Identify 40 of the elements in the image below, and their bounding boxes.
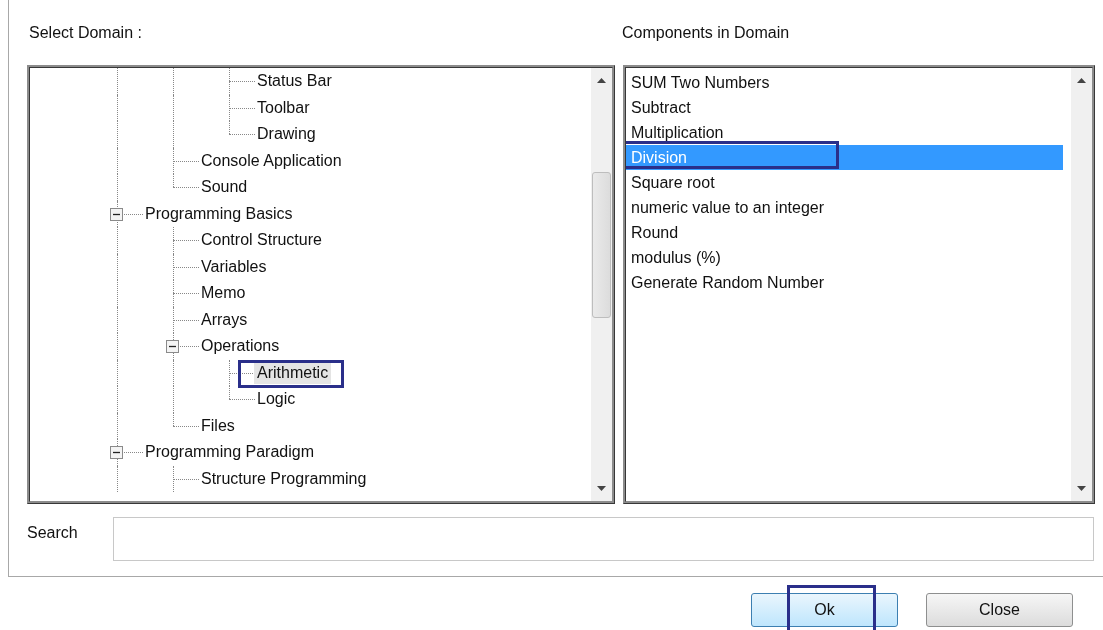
list-item[interactable]: Multiplication: [626, 120, 1063, 145]
tree-item[interactable]: Memo: [198, 282, 249, 305]
list-item[interactable]: Square root: [626, 170, 1063, 195]
tree-item[interactable]: Programming Basics: [142, 202, 296, 225]
tree-item[interactable]: Toolbar: [254, 96, 313, 119]
tree-item[interactable]: Arrays: [198, 308, 251, 331]
list-item[interactable]: Generate Random Number: [626, 270, 1063, 295]
tree-item[interactable]: Files: [198, 414, 238, 437]
tree-item[interactable]: Drawing: [254, 123, 319, 146]
tree-item[interactable]: Structure Programming: [198, 467, 370, 490]
dialog-button[interactable]: Ok: [751, 593, 898, 627]
tree-item[interactable]: Logic: [254, 388, 299, 411]
select-domain-label: Select Domain :: [28, 23, 143, 43]
tree-item[interactable]: Status Bar: [254, 70, 335, 93]
collapse-icon[interactable]: [110, 207, 123, 221]
search-label: Search: [26, 523, 79, 542]
dialog-button[interactable]: Close: [926, 593, 1073, 627]
tree-item[interactable]: Operations: [198, 335, 283, 358]
collapse-icon[interactable]: [110, 446, 123, 459]
list-item[interactable]: modulus (%): [626, 245, 1063, 270]
tree-item[interactable]: Console Application: [198, 149, 345, 172]
tree-item[interactable]: Variables: [198, 255, 270, 278]
tree-item[interactable]: Control Structure: [198, 229, 325, 252]
scrollbar[interactable]: [1071, 68, 1092, 501]
scroll-down-icon[interactable]: [1077, 486, 1086, 491]
tree-item[interactable]: Programming Paradigm: [142, 441, 317, 464]
components-label: Components in Domain: [622, 23, 790, 43]
list-item[interactable]: numeric value to an integer: [626, 195, 1063, 220]
collapse-icon[interactable]: [166, 340, 179, 353]
scroll-up-icon[interactable]: [597, 78, 606, 83]
scrollbar[interactable]: [591, 68, 612, 501]
tree-item[interactable]: Arithmetic: [254, 361, 332, 384]
scroll-down-icon[interactable]: [597, 486, 606, 491]
search-field[interactable]: [113, 517, 1094, 561]
list-item[interactable]: Subtract: [626, 95, 1063, 120]
scroll-up-icon[interactable]: [1077, 78, 1086, 83]
scroll-thumb[interactable]: [592, 172, 611, 318]
list-item[interactable]: SUM Two Numbers: [626, 70, 1063, 95]
list-item[interactable]: Round: [626, 220, 1063, 245]
tree-item[interactable]: Sound: [198, 176, 251, 199]
